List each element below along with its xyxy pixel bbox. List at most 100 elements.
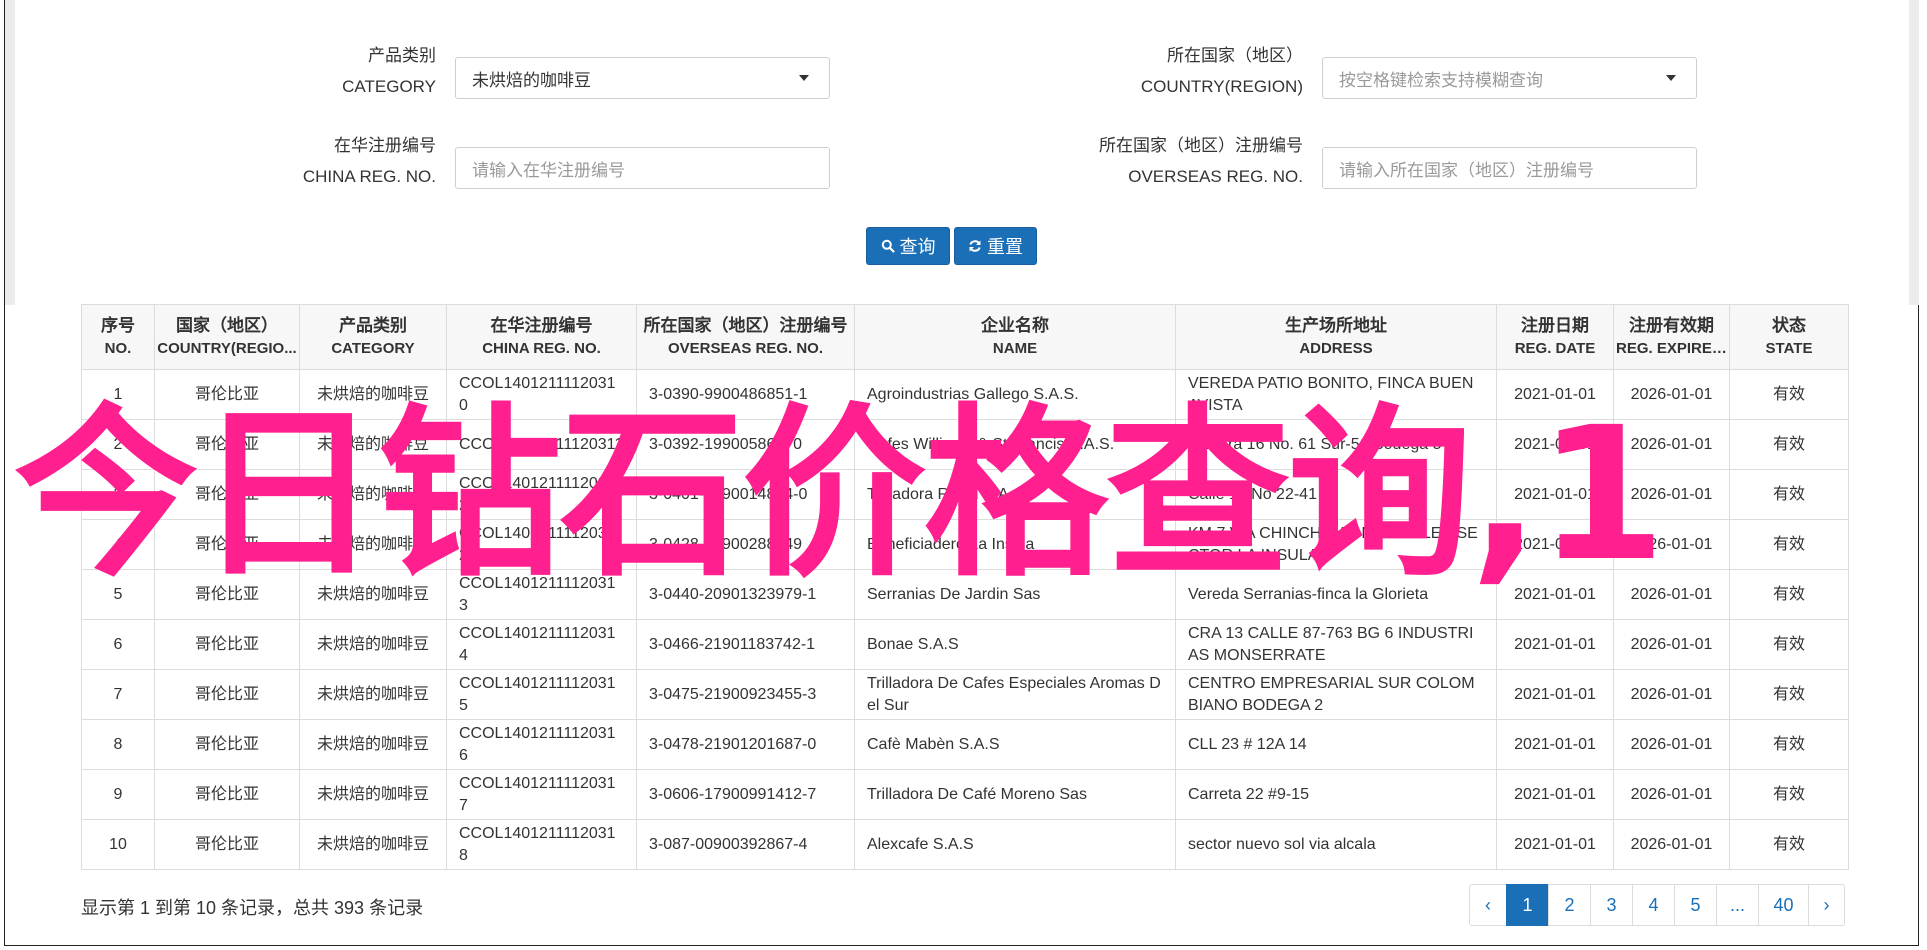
cell-no: 6 (81, 619, 155, 670)
cell-no: 7 (81, 669, 155, 720)
pagination-page-4[interactable]: 4 (1632, 884, 1675, 926)
pagination-page-1[interactable]: 1 (1506, 884, 1549, 926)
cell-reg-expire: 2026-01-01 (1613, 719, 1730, 770)
cell-category: 未烘焙的咖啡豆 (299, 619, 447, 670)
column-header-no[interactable]: 序号 NO. (81, 304, 155, 370)
cell-state: 有效 (1729, 669, 1849, 720)
cell-state: 有效 (1729, 619, 1849, 670)
overseas-reg-label: 所在国家（地区）注册编号 OVERSEAS REG. NO. (1099, 136, 1303, 186)
cell-state: 有效 (1729, 519, 1849, 570)
cell-no: 10 (81, 819, 155, 870)
cell-china-reg: CCOL14012111120317 (446, 769, 637, 820)
pagination-page-3[interactable]: 3 (1590, 884, 1633, 926)
cell-name: Alexcafe S.A.S (854, 819, 1176, 870)
cell-overseas-reg: 3-087-00900392867-4 (636, 819, 855, 870)
cell-reg-expire: 2026-01-01 (1613, 669, 1730, 720)
cell-reg-expire: 2026-01-01 (1613, 769, 1730, 820)
column-header-reg-date[interactable]: 注册日期 REG. DATE (1496, 304, 1614, 370)
cell-country: 哥伦比亚 (154, 669, 300, 720)
cell-country: 哥伦比亚 (154, 719, 300, 770)
category-label: 产品类别 CATEGORY (342, 46, 436, 96)
column-header-reg-expire[interactable]: 注册有效期 REG. EXPIRE ... (1613, 304, 1730, 370)
column-header-state[interactable]: 状态 STATE (1729, 304, 1849, 370)
cell-state: 有效 (1729, 369, 1849, 420)
overlay-headline: 今日钻石价格查询,1 (14, 388, 1666, 602)
reset-button[interactable]: 重置 (954, 227, 1037, 265)
country-select[interactable]: 按空格键检索支持模糊查询 (1322, 57, 1697, 99)
cell-state: 有效 (1729, 569, 1849, 620)
cell-address: CLL 23 # 12A 14 (1175, 719, 1497, 770)
column-header-country[interactable]: 国家（地区） COUNTRY(REGIO... (154, 304, 300, 370)
cell-address: sector nuevo sol via alcala (1175, 819, 1497, 870)
cell-reg-expire: 2026-01-01 (1613, 819, 1730, 870)
category-select[interactable]: 未烘焙的咖啡豆 (455, 57, 830, 99)
cell-overseas-reg: 3-0606-17900991412-7 (636, 769, 855, 820)
cell-name: Bonae S.A.S (854, 619, 1176, 670)
cell-state: 有效 (1729, 819, 1849, 870)
cell-no: 9 (81, 769, 155, 820)
pagination-summary: 显示第 1 到第 10 条记录，总共 393 条记录 (81, 898, 424, 918)
cell-country: 哥伦比亚 (154, 769, 300, 820)
search-button-label: 查询 (899, 237, 936, 257)
overseas-reg-input[interactable]: 请输入所在国家（地区）注册编号 (1322, 147, 1697, 189)
cell-state: 有效 (1729, 769, 1849, 820)
cell-category: 未烘焙的咖啡豆 (299, 819, 447, 870)
category-select-value: 未烘焙的咖啡豆 (472, 70, 591, 90)
cell-reg-date: 2021-01-01 (1496, 769, 1614, 820)
column-header-overseas-reg[interactable]: 所在国家（地区）注册编号 OVERSEAS REG. NO. (636, 304, 855, 370)
column-header-category[interactable]: 产品类别 CATEGORY (299, 304, 447, 370)
cell-name: Cafè Mabèn S.A.S (854, 719, 1176, 770)
search-icon (881, 239, 895, 253)
cell-reg-date: 2021-01-01 (1496, 819, 1614, 870)
cell-category: 未烘焙的咖啡豆 (299, 719, 447, 770)
cell-overseas-reg: 3-0478-21901201687-0 (636, 719, 855, 770)
column-header-address[interactable]: 生产场所地址 ADDRESS (1175, 304, 1497, 370)
cell-address: CENTRO EMPRESARIAL SUR COLOMBIANO BODEGA… (1175, 669, 1497, 720)
cell-state: 有效 (1729, 419, 1849, 470)
china-reg-placeholder: 请输入在华注册编号 (472, 160, 625, 180)
country-label: 所在国家（地区） COUNTRY(REGION) (1140, 46, 1303, 96)
cell-name: Trilladora De Cafes Especiales Aromas De… (854, 669, 1176, 720)
cell-country: 哥伦比亚 (154, 819, 300, 870)
chevron-down-icon (1666, 75, 1676, 81)
cell-reg-date: 2021-01-01 (1496, 719, 1614, 770)
pagination: ‹ 1 2 3 4 5 ... 40 › (1469, 884, 1845, 926)
right-scroll-shade (1909, 0, 1919, 305)
cell-category: 未烘焙的咖啡豆 (299, 769, 447, 820)
pagination-ellipsis: ... (1716, 884, 1759, 926)
cell-name: Trilladora De Café Moreno Sas (854, 769, 1176, 820)
table-row[interactable]: 7 哥伦比亚 未烘焙的咖啡豆 CCOL14012111120315 3-0475… (81, 669, 1849, 720)
pagination-prev[interactable]: ‹ (1469, 884, 1507, 926)
column-header-china-reg[interactable]: 在华注册编号 CHINA REG. NO. (446, 304, 637, 370)
china-reg-input[interactable]: 请输入在华注册编号 (455, 147, 830, 189)
reset-button-label: 重置 (987, 237, 1023, 257)
overseas-reg-placeholder: 请输入所在国家（地区）注册编号 (1339, 160, 1594, 180)
cell-china-reg: CCOL14012111120314 (446, 619, 637, 670)
search-button[interactable]: 查询 (866, 227, 950, 265)
cell-reg-date: 2021-01-01 (1496, 669, 1614, 720)
cell-state: 有效 (1729, 469, 1849, 520)
cell-address: Carreta 22 #9-15 (1175, 769, 1497, 820)
cell-overseas-reg: 3-0466-21901183742-1 (636, 619, 855, 670)
table-row[interactable]: 6 哥伦比亚 未烘焙的咖啡豆 CCOL14012111120314 3-0466… (81, 619, 1849, 670)
cell-category: 未烘焙的咖啡豆 (299, 669, 447, 720)
refresh-icon (969, 240, 981, 252)
table-header-row: 序号 NO. 国家（地区） COUNTRY(REGIO... 产品类别 CATEGOR… (81, 304, 1849, 370)
pagination-page-5[interactable]: 5 (1674, 884, 1717, 926)
cell-reg-date: 2021-01-01 (1496, 619, 1614, 670)
chevron-down-icon (799, 75, 809, 81)
cell-address: CRA 13 CALLE 87-763 BG 6 INDUSTRIAS MONS… (1175, 619, 1497, 670)
cell-china-reg: CCOL14012111120318 (446, 819, 637, 870)
table-row[interactable]: 8 哥伦比亚 未烘焙的咖啡豆 CCOL14012111120316 3-0478… (81, 719, 1849, 770)
cell-overseas-reg: 3-0475-21900923455-3 (636, 669, 855, 720)
column-header-name[interactable]: 企业名称 NAME (854, 304, 1176, 370)
cell-china-reg: CCOL14012111120315 (446, 669, 637, 720)
cell-state: 有效 (1729, 719, 1849, 770)
left-scroll-shade (5, 0, 15, 305)
cell-reg-expire: 2026-01-01 (1613, 619, 1730, 670)
pagination-page-40[interactable]: 40 (1758, 884, 1809, 926)
pagination-next[interactable]: › (1808, 884, 1845, 926)
table-row[interactable]: 9 哥伦比亚 未烘焙的咖啡豆 CCOL14012111120317 3-0606… (81, 769, 1849, 820)
table-row[interactable]: 10 哥伦比亚 未烘焙的咖啡豆 CCOL14012111120318 3-087… (81, 819, 1849, 870)
pagination-page-2[interactable]: 2 (1548, 884, 1591, 926)
